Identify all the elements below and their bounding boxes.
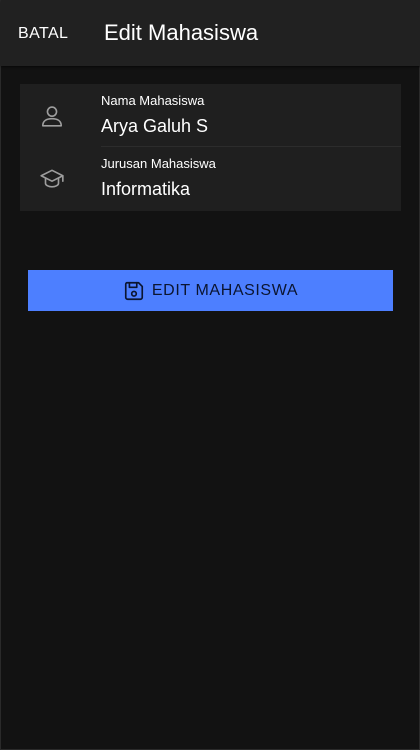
app-header: BATAL Edit Mahasiswa	[1, 0, 420, 66]
cancel-button[interactable]: BATAL	[18, 25, 68, 43]
name-field[interactable]: Nama Mahasiswa	[20, 84, 401, 147]
edit-student-button[interactable]: EDIT MAHASISWA	[28, 270, 393, 311]
floppy-disk-icon	[123, 280, 145, 302]
form-card: Nama Mahasiswa Jurusan Mahasiswa	[20, 84, 401, 211]
page-title: Edit Mahasiswa	[104, 20, 259, 45]
major-input[interactable]	[101, 179, 391, 200]
graduation-cap-icon	[37, 164, 67, 194]
person-icon	[37, 101, 67, 131]
major-field-label: Jurusan Mahasiswa	[101, 156, 216, 171]
app-screen: BATAL Edit Mahasiswa Nama Mahasiswa Arya…	[0, 0, 420, 750]
name-field-label: Nama Mahasiswa	[101, 93, 205, 108]
name-input[interactable]	[101, 116, 391, 137]
edit-student-button-label: EDIT MAHASISWA	[151, 281, 299, 299]
major-field[interactable]: Jurusan Mahasiswa	[20, 147, 401, 211]
